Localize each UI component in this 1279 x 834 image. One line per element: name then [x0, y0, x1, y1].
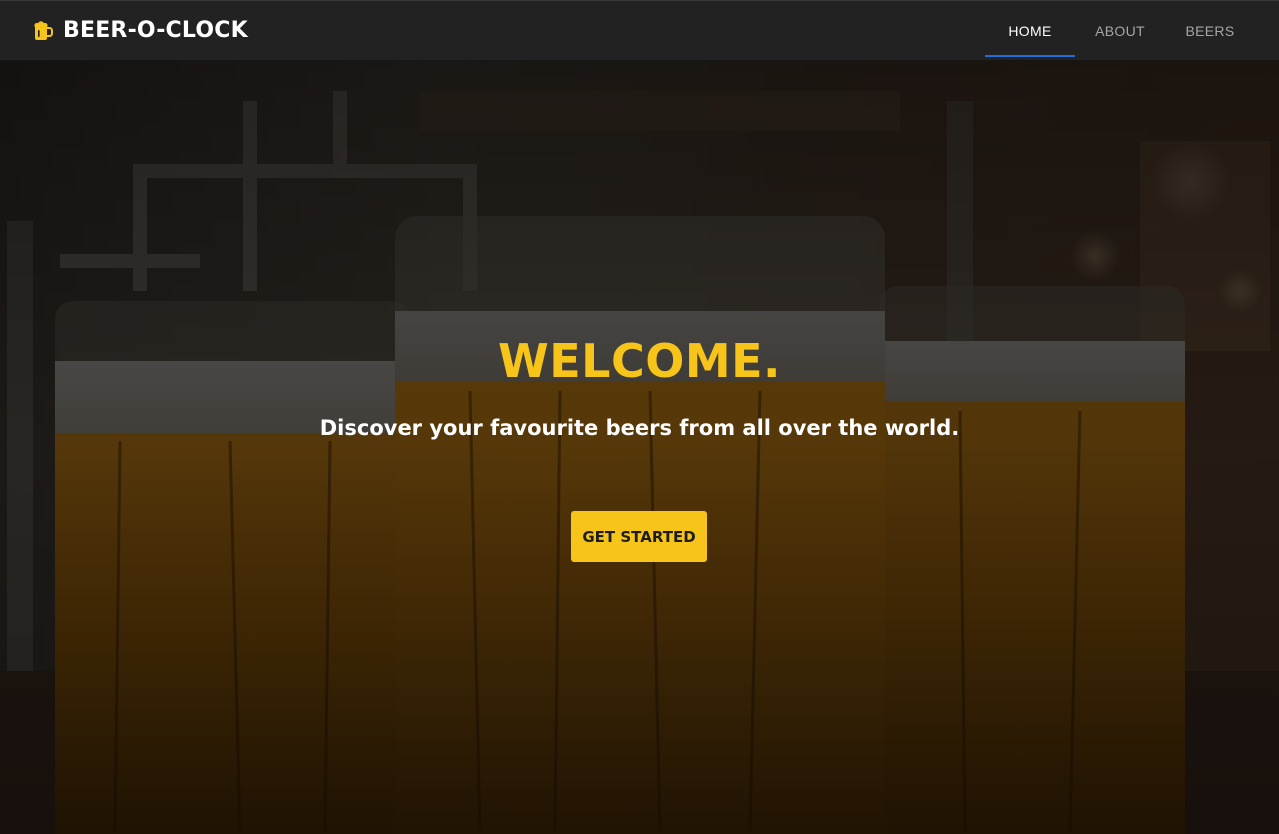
nav-home[interactable]: HOME: [985, 1, 1075, 60]
nav-about[interactable]: ABOUT: [1075, 1, 1165, 60]
brand[interactable]: BEER-O-CLOCK: [32, 18, 248, 43]
brand-name: BEER-O-CLOCK: [63, 18, 248, 43]
get-started-button[interactable]: GET STARTED: [571, 511, 707, 562]
top-navbar: BEER-O-CLOCK HOME ABOUT BEERS: [0, 0, 1279, 61]
nav-home-label: HOME: [1008, 22, 1052, 39]
nav-active-indicator: [985, 55, 1075, 57]
beer-mug-icon: [34, 20, 53, 40]
nav-about-label: ABOUT: [1095, 22, 1145, 39]
nav-beers[interactable]: BEERS: [1165, 1, 1255, 60]
hero-section: WELCOME. Discover your favourite beers f…: [0, 61, 1279, 834]
hero-content: WELCOME. Discover your favourite beers f…: [0, 61, 1279, 834]
nav-beers-label: BEERS: [1185, 22, 1235, 39]
main-nav: HOME ABOUT BEERS: [985, 1, 1279, 60]
hero-title: WELCOME.: [497, 334, 781, 388]
hero-subtitle: Discover your favourite beers from all o…: [319, 416, 960, 440]
